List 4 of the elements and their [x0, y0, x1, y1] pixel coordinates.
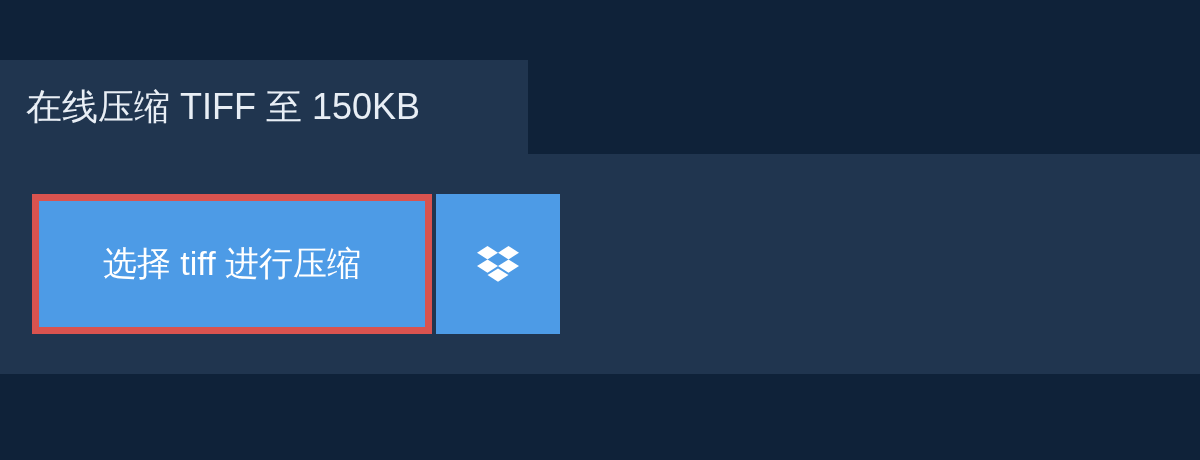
dropbox-button[interactable] [436, 194, 560, 334]
page-title: 在线压缩 TIFF 至 150KB [26, 84, 421, 129]
dropbox-icon [477, 246, 519, 282]
upload-button[interactable]: 选择 tiff 进行压缩 [32, 194, 432, 334]
